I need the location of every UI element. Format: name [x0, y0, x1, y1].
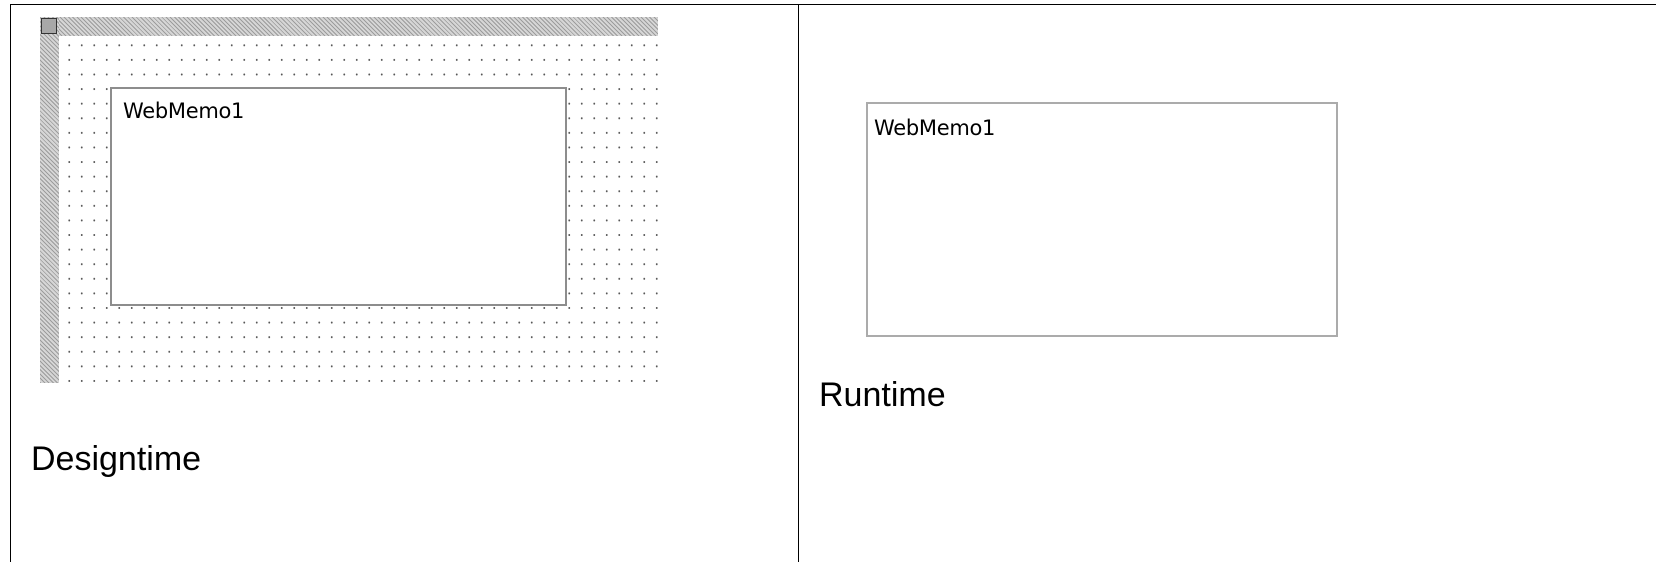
designer-top-ruler [40, 17, 658, 36]
designer-left-ruler [40, 17, 59, 383]
resize-grip-icon[interactable] [41, 18, 57, 34]
designtime-caption: Designtime [31, 440, 202, 478]
webmemo-runtime-text: WebMemo1 [874, 116, 996, 140]
column-divider [798, 4, 799, 562]
webmemo-designtime-text: WebMemo1 [123, 99, 245, 123]
webmemo-designtime[interactable]: WebMemo1 [110, 87, 567, 306]
webmemo-runtime[interactable]: WebMemo1 [866, 102, 1338, 337]
runtime-caption: Runtime [819, 376, 946, 414]
